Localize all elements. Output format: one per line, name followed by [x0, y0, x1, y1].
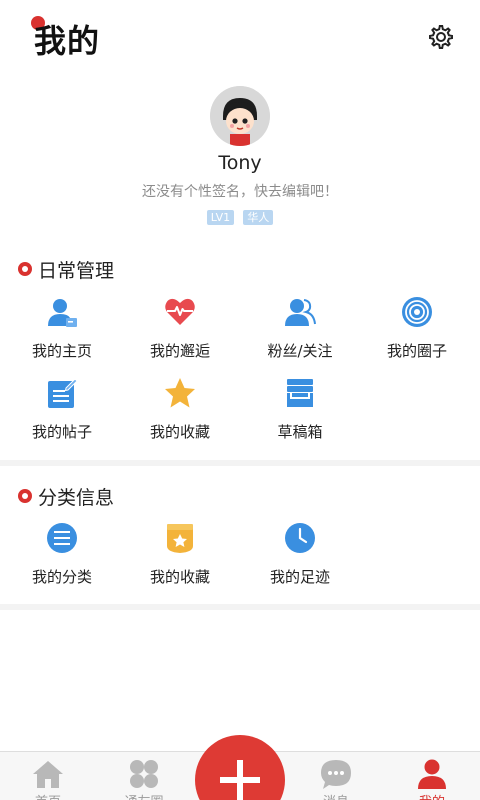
menu-my-encounters[interactable]: 我的邂逅: [120, 296, 240, 372]
edit-document-icon: [48, 378, 78, 408]
heart-pulse-icon: [165, 298, 195, 325]
menu-label: 我的收藏: [149, 568, 210, 586]
page-title: 我的: [34, 22, 101, 60]
chat-bubble-icon: [321, 760, 351, 789]
menu-label: 粉丝/关注: [267, 342, 333, 360]
clock-icon: [285, 523, 315, 553]
section-divider: [0, 604, 480, 610]
section-divider: [0, 460, 480, 466]
menu-label: 我的足迹: [269, 568, 330, 586]
profile-card: Tony 还没有个性签名，快去编辑吧！ LV1 华人: [0, 86, 480, 226]
grid-circles-icon: [130, 760, 158, 788]
inbox-tray-icon: [287, 379, 313, 407]
menu-my-circle[interactable]: 我的圈子: [357, 296, 477, 372]
region-badge: 华人: [243, 210, 274, 225]
tab-home[interactable]: 首页: [0, 752, 96, 800]
username: Tony: [218, 152, 262, 174]
menu-my-homepage[interactable]: 我的主页: [2, 296, 122, 372]
target-icon: [402, 297, 432, 327]
publish-button[interactable]: [195, 735, 285, 800]
section-title: 分类信息: [38, 486, 115, 509]
level-badge: LV1: [206, 210, 235, 225]
menu-my-favorites[interactable]: 我的收藏: [120, 377, 240, 453]
badge-row: LV1 华人: [0, 206, 480, 225]
menu-my-categories[interactable]: 我的分类: [2, 522, 122, 598]
section-dot-icon: [18, 489, 32, 503]
home-icon: [33, 761, 63, 788]
menu-drafts[interactable]: 草稿箱: [240, 377, 360, 453]
section-classified-info: 分类信息: [18, 484, 115, 509]
menu-label: 我的收藏: [149, 423, 210, 441]
gear-icon[interactable]: [427, 23, 455, 51]
menu-fans-follow[interactable]: 粉丝/关注: [240, 296, 360, 372]
menu-label: 我的帖子: [31, 423, 92, 441]
plus-icon: [220, 760, 260, 800]
avatar-cartoon-icon: [210, 86, 270, 146]
menu-my-footprints[interactable]: 我的足迹: [240, 522, 360, 598]
avatar[interactable]: [210, 86, 270, 146]
menu-my-collection[interactable]: 我的收藏: [120, 522, 240, 598]
tab-label: 通友圈: [96, 791, 192, 800]
section-title: 日常管理: [38, 259, 115, 282]
tab-label: 我的: [384, 791, 480, 800]
menu-label: 我的主页: [31, 342, 92, 360]
section-dot-icon: [18, 262, 32, 276]
menu-label: 草稿箱: [277, 423, 323, 441]
tab-friends-circle[interactable]: 通友圈: [96, 752, 192, 800]
users-icon: [285, 299, 316, 326]
menu-label: 我的分类: [31, 568, 92, 586]
tab-messages[interactable]: 消息: [288, 752, 384, 800]
signature-text[interactable]: 还没有个性签名，快去编辑吧！: [0, 181, 480, 201]
page-header: 我的: [0, 0, 480, 80]
tab-label: 首页: [0, 791, 96, 800]
list-circle-icon: [47, 523, 77, 553]
menu-label: 我的邂逅: [149, 342, 210, 360]
person-icon: [418, 759, 446, 789]
tab-label: 消息: [288, 791, 384, 800]
menu-my-posts[interactable]: 我的帖子: [2, 377, 122, 453]
star-icon: [165, 378, 195, 408]
user-card-icon: [48, 299, 77, 327]
menu-label: 我的圈子: [386, 342, 447, 360]
section-daily-management: 日常管理: [18, 257, 115, 282]
star-box-icon: [167, 524, 193, 553]
tab-mine[interactable]: 我的: [384, 752, 480, 800]
